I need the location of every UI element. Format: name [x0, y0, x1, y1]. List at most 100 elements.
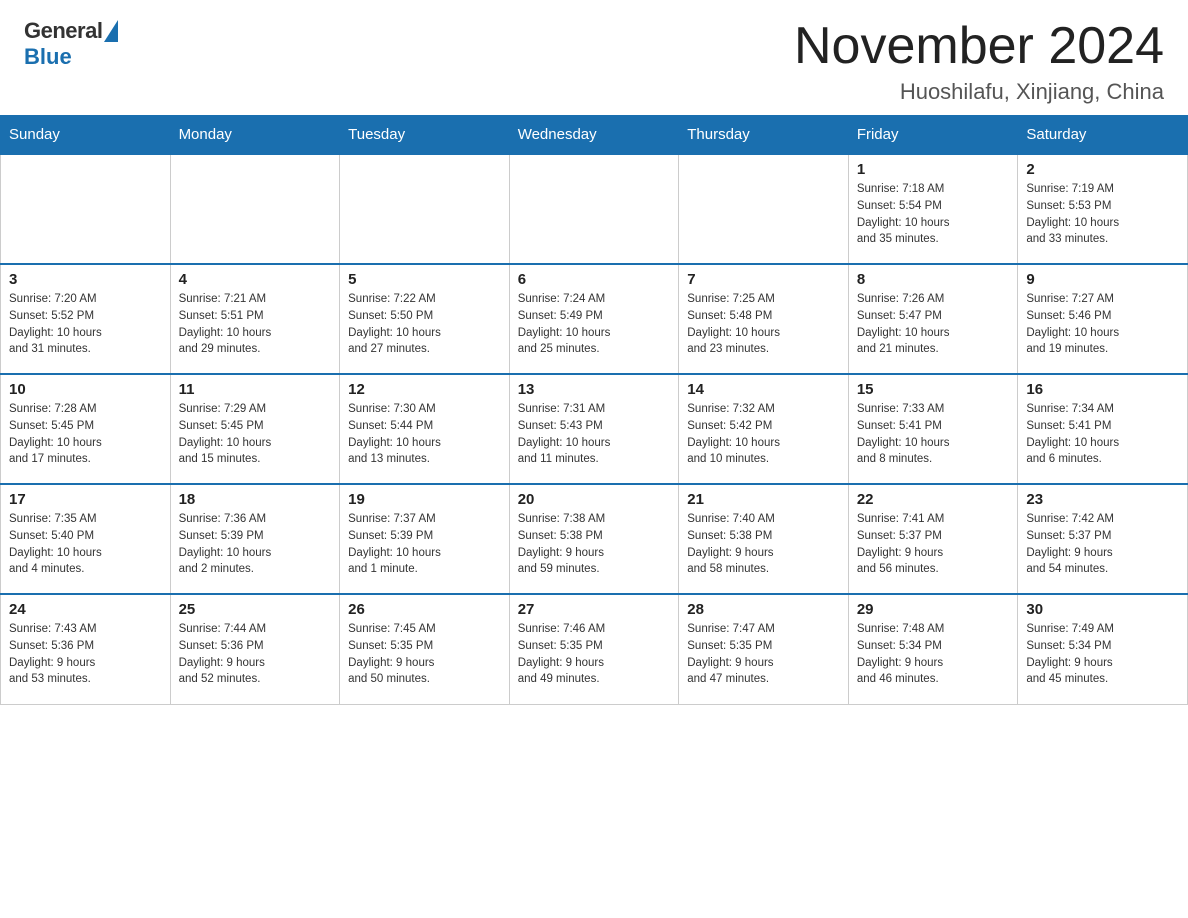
day-number: 26 — [348, 601, 501, 618]
day-info: Sunrise: 7:24 AMSunset: 5:49 PMDaylight:… — [518, 291, 671, 358]
day-number: 25 — [179, 601, 332, 618]
day-info: Sunrise: 7:25 AMSunset: 5:48 PMDaylight:… — [687, 291, 840, 358]
day-number: 5 — [348, 271, 501, 288]
weekday-header-wednesday: Wednesday — [509, 116, 679, 155]
day-info: Sunrise: 7:19 AMSunset: 5:53 PMDaylight:… — [1026, 181, 1179, 248]
day-number: 28 — [687, 601, 840, 618]
day-info: Sunrise: 7:20 AMSunset: 5:52 PMDaylight:… — [9, 291, 162, 358]
day-info: Sunrise: 7:49 AMSunset: 5:34 PMDaylight:… — [1026, 621, 1179, 688]
calendar-cell: 26 Sunrise: 7:45 AMSunset: 5:35 PMDayligh… — [340, 594, 510, 704]
week-row-2: 3 Sunrise: 7:20 AMSunset: 5:52 PMDaylight… — [1, 264, 1188, 374]
day-number: 29 — [857, 601, 1010, 618]
day-number: 4 — [179, 271, 332, 288]
calendar-cell: 5 Sunrise: 7:22 AMSunset: 5:50 PMDaylight… — [340, 264, 510, 374]
day-number: 18 — [179, 491, 332, 508]
day-number: 13 — [518, 381, 671, 398]
day-info: Sunrise: 7:18 AMSunset: 5:54 PMDaylight:… — [857, 181, 1010, 248]
calendar-cell: 10Sunrise: 7:28 AMSunset: 5:45 PMDayligh… — [1, 374, 171, 484]
weekday-header-tuesday: Tuesday — [340, 116, 510, 155]
day-number: 15 — [857, 381, 1010, 398]
day-info: Sunrise: 7:46 AMSunset: 5:35 PMDaylight:… — [518, 621, 671, 688]
day-info: Sunrise: 7:48 AMSunset: 5:34 PMDaylight:… — [857, 621, 1010, 688]
day-number: 21 — [687, 491, 840, 508]
calendar-cell: 12 Sunrise: 7:30 AMSunset: 5:44 PMDayligh… — [340, 374, 510, 484]
day-number: 8 — [857, 271, 1010, 288]
day-info: Sunrise: 7:45 AMSunset: 5:35 PMDaylight:… — [348, 621, 501, 688]
day-info: Sunrise: 7:38 AMSunset: 5:38 PMDaylight:… — [518, 511, 671, 578]
day-number: 3 — [9, 271, 162, 288]
day-number: 11 — [179, 381, 332, 398]
calendar-cell — [1, 154, 171, 264]
page-header: General Blue November 2024 Huoshilafu, X… — [0, 0, 1188, 115]
calendar-cell: 9Sunrise: 7:27 AMSunset: 5:46 PMDaylight… — [1018, 264, 1188, 374]
calendar-cell: 6 Sunrise: 7:24 AMSunset: 5:49 PMDaylight… — [509, 264, 679, 374]
day-number: 2 — [1026, 161, 1179, 178]
day-info: Sunrise: 7:44 AMSunset: 5:36 PMDaylight:… — [179, 621, 332, 688]
day-info: Sunrise: 7:30 AMSunset: 5:44 PMDaylight:… — [348, 401, 501, 468]
calendar-cell: 11 Sunrise: 7:29 AMSunset: 5:45 PMDayligh… — [170, 374, 340, 484]
day-info: Sunrise: 7:36 AMSunset: 5:39 PMDaylight:… — [179, 511, 332, 578]
calendar-cell: 24 Sunrise: 7:43 AMSunset: 5:36 PMDayligh… — [1, 594, 171, 704]
day-number: 27 — [518, 601, 671, 618]
day-number: 14 — [687, 381, 840, 398]
calendar-cell: 25 Sunrise: 7:44 AMSunset: 5:36 PMDayligh… — [170, 594, 340, 704]
week-row-4: 17 Sunrise: 7:35 AMSunset: 5:40 PMDayligh… — [1, 484, 1188, 594]
title-block: November 2024 Huoshilafu, Xinjiang, Chin… — [794, 18, 1164, 105]
day-number: 23 — [1026, 491, 1179, 508]
day-info: Sunrise: 7:26 AMSunset: 5:47 PMDaylight:… — [857, 291, 1010, 358]
day-info: Sunrise: 7:34 AMSunset: 5:41 PMDaylight:… — [1026, 401, 1179, 468]
logo-general-text: General — [24, 18, 102, 44]
day-info: Sunrise: 7:22 AMSunset: 5:50 PMDaylight:… — [348, 291, 501, 358]
day-number: 24 — [9, 601, 162, 618]
month-title: November 2024 — [794, 18, 1164, 75]
calendar-cell: 21Sunrise: 7:40 AMSunset: 5:38 PMDayligh… — [679, 484, 849, 594]
calendar-cell: 29 Sunrise: 7:48 AMSunset: 5:34 PMDayligh… — [848, 594, 1018, 704]
calendar-cell: 30 Sunrise: 7:49 AMSunset: 5:34 PMDayligh… — [1018, 594, 1188, 704]
calendar-cell: 27 Sunrise: 7:46 AMSunset: 5:35 PMDayligh… — [509, 594, 679, 704]
weekday-header-friday: Friday — [848, 116, 1018, 155]
calendar-cell: 23Sunrise: 7:42 AMSunset: 5:37 PMDayligh… — [1018, 484, 1188, 594]
day-number: 6 — [518, 271, 671, 288]
day-info: Sunrise: 7:35 AMSunset: 5:40 PMDaylight:… — [9, 511, 162, 578]
calendar-cell: 16 Sunrise: 7:34 AMSunset: 5:41 PMDayligh… — [1018, 374, 1188, 484]
day-info: Sunrise: 7:28 AMSunset: 5:45 PMDaylight:… — [9, 401, 162, 468]
weekday-header-monday: Monday — [170, 116, 340, 155]
day-number: 17 — [9, 491, 162, 508]
logo-triangle-icon — [104, 20, 118, 42]
day-info: Sunrise: 7:21 AMSunset: 5:51 PMDaylight:… — [179, 291, 332, 358]
day-info: Sunrise: 7:33 AMSunset: 5:41 PMDaylight:… — [857, 401, 1010, 468]
day-info: Sunrise: 7:31 AMSunset: 5:43 PMDaylight:… — [518, 401, 671, 468]
day-number: 1 — [857, 161, 1010, 178]
logo-blue-text: Blue — [24, 44, 72, 70]
day-number: 16 — [1026, 381, 1179, 398]
day-info: Sunrise: 7:27 AMSunset: 5:46 PMDaylight:… — [1026, 291, 1179, 358]
day-number: 7 — [687, 271, 840, 288]
weekday-header-sunday: Sunday — [1, 116, 171, 155]
weekday-header-thursday: Thursday — [679, 116, 849, 155]
calendar-table: SundayMondayTuesdayWednesdayThursdayFrid… — [0, 115, 1188, 705]
calendar-cell: 7 Sunrise: 7:25 AMSunset: 5:48 PMDaylight… — [679, 264, 849, 374]
calendar-cell — [170, 154, 340, 264]
day-info: Sunrise: 7:29 AMSunset: 5:45 PMDaylight:… — [179, 401, 332, 468]
calendar-cell: 4 Sunrise: 7:21 AMSunset: 5:51 PMDaylight… — [170, 264, 340, 374]
calendar-cell — [340, 154, 510, 264]
day-info: Sunrise: 7:37 AMSunset: 5:39 PMDaylight:… — [348, 511, 501, 578]
day-number: 12 — [348, 381, 501, 398]
calendar-cell: 14 Sunrise: 7:32 AMSunset: 5:42 PMDayligh… — [679, 374, 849, 484]
week-row-5: 24 Sunrise: 7:43 AMSunset: 5:36 PMDayligh… — [1, 594, 1188, 704]
weekday-header-saturday: Saturday — [1018, 116, 1188, 155]
day-number: 22 — [857, 491, 1010, 508]
day-info: Sunrise: 7:43 AMSunset: 5:36 PMDaylight:… — [9, 621, 162, 688]
week-row-1: 1 Sunrise: 7:18 AMSunset: 5:54 PMDaylight… — [1, 154, 1188, 264]
calendar-cell — [509, 154, 679, 264]
calendar-cell — [679, 154, 849, 264]
logo: General Blue — [24, 18, 118, 70]
calendar-cell: 28Sunrise: 7:47 AMSunset: 5:35 PMDayligh… — [679, 594, 849, 704]
calendar-cell: 18 Sunrise: 7:36 AMSunset: 5:39 PMDayligh… — [170, 484, 340, 594]
location-title: Huoshilafu, Xinjiang, China — [794, 79, 1164, 105]
day-info: Sunrise: 7:32 AMSunset: 5:42 PMDaylight:… — [687, 401, 840, 468]
day-number: 30 — [1026, 601, 1179, 618]
calendar-cell: 19Sunrise: 7:37 AMSunset: 5:39 PMDayligh… — [340, 484, 510, 594]
calendar-cell: 1 Sunrise: 7:18 AMSunset: 5:54 PMDaylight… — [848, 154, 1018, 264]
calendar-cell: 15 Sunrise: 7:33 AMSunset: 5:41 PMDayligh… — [848, 374, 1018, 484]
